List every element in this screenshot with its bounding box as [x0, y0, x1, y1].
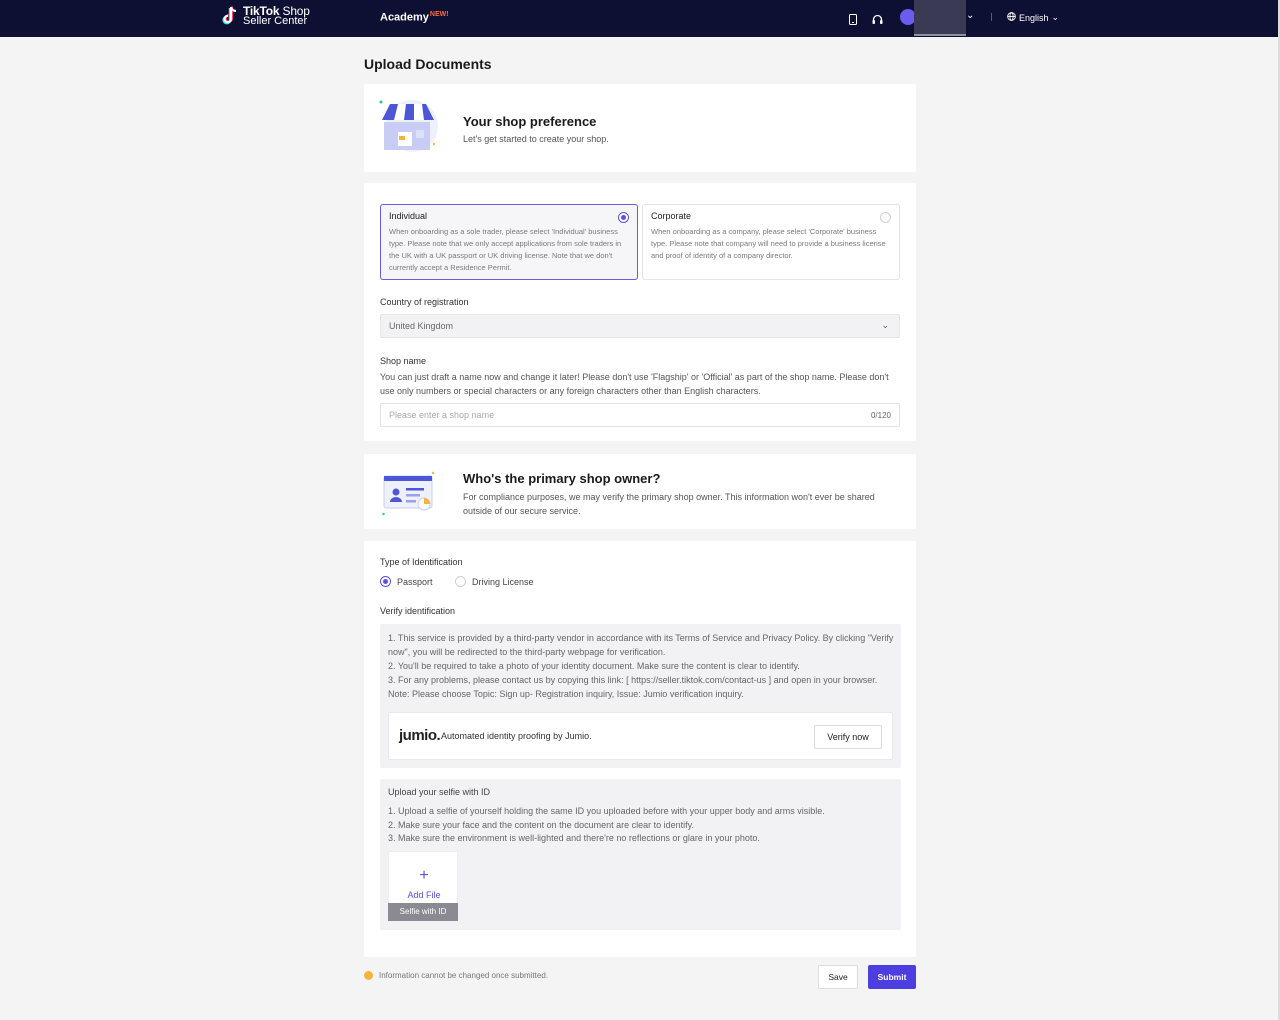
plus-icon: + — [419, 867, 429, 884]
passport-label: Passport — [397, 576, 433, 587]
id-card-illustration-icon — [382, 470, 438, 523]
selfie-instruction: 3. Make sure the environment is well-lig… — [388, 833, 760, 843]
divider — [991, 13, 992, 21]
selfie-instruction: 2. Make sure your face and the content o… — [388, 819, 695, 830]
shop-name-help: You can just draft a name now and change… — [380, 372, 889, 396]
chevron-down-icon: ⌄ — [1051, 12, 1060, 22]
selfie-upload-panel: Upload your selfie with ID 1. Upload a s… — [380, 779, 901, 930]
top-navigation-bar: TikTok Shop Seller Center AcademyNEW! ⌄ … — [0, 0, 1278, 37]
individual-radio[interactable] — [618, 212, 629, 223]
brand-subtitle: Seller Center — [243, 15, 308, 27]
warning-icon — [364, 971, 373, 980]
account-name-redacted[interactable] — [914, 0, 966, 36]
business-type-corporate[interactable]: Corporate When onboarding as a company, … — [642, 204, 900, 280]
academy-label: Academy — [380, 11, 429, 24]
shop-name-label: Shop name — [380, 356, 427, 366]
new-badge: NEW! — [429, 11, 449, 18]
language-selector[interactable]: English ⌄ — [1007, 12, 1059, 23]
country-select[interactable]: United Kingdom ⌄ — [380, 314, 900, 338]
verify-instruction: 1. This service is provided by a third-p… — [388, 633, 894, 657]
business-type-label: Corporate — [651, 211, 692, 221]
shop-preference-subtitle: Let's get started to create your shop. — [463, 134, 609, 144]
jumio-verification-row: jumio. Automated identity proofing by Ju… — [388, 712, 893, 760]
submit-button[interactable]: Submit — [868, 965, 916, 989]
corporate-radio[interactable] — [880, 212, 891, 223]
passport-option[interactable]: Passport — [380, 576, 433, 587]
language-label: English — [1019, 12, 1049, 23]
mobile-icon[interactable] — [849, 12, 857, 30]
globe-icon — [1007, 12, 1016, 23]
business-type-description: When onboarding as a sole trader, please… — [389, 227, 622, 272]
shop-details-card: Individual When onboarding as a sole tra… — [364, 183, 916, 441]
driving-license-label: Driving License — [472, 576, 534, 587]
verify-instruction: 2. You'll be required to take a photo of… — [388, 661, 800, 671]
business-type-individual[interactable]: Individual When onboarding as a sole tra… — [380, 204, 638, 280]
page-title: Upload Documents — [364, 56, 492, 72]
verify-identification-panel: 1. This service is provided by a third-p… — [380, 624, 901, 768]
selfie-upload-dropzone[interactable]: + Add File Selfie with ID — [388, 851, 458, 921]
tiktok-shop-logo[interactable]: TikTok Shop Seller Center — [222, 5, 310, 27]
primary-owner-subtitle: For compliance purposes, we may verify t… — [463, 492, 875, 516]
passport-radio[interactable] — [380, 576, 391, 587]
selfie-upload-label: Upload your selfie with ID — [388, 787, 491, 797]
verify-instruction: 3. For any problems, please contact us b… — [388, 675, 878, 685]
chevron-down-icon[interactable]: ⌄ — [966, 10, 974, 21]
tiktok-logo-icon — [222, 6, 240, 26]
verify-identification-label: Verify identification — [380, 606, 456, 616]
country-value: United Kingdom — [389, 321, 454, 331]
storefront-illustration-icon — [378, 98, 440, 159]
jumio-logo: jumio. — [399, 727, 441, 744]
academy-link[interactable]: AcademyNEW! — [380, 11, 449, 24]
driving-license-option[interactable]: Driving License — [455, 576, 534, 587]
shop-name-placeholder: Please enter a shop name — [389, 410, 495, 420]
submission-warning: Information cannot be changed once submi… — [364, 971, 548, 980]
primary-owner-title: Who's the primary shop owner? — [463, 471, 661, 486]
selfie-instruction: 1. Upload a selfie of yourself holding t… — [388, 806, 825, 816]
upload-caption: Selfie with ID — [388, 903, 458, 921]
driving-license-radio[interactable] — [455, 576, 466, 587]
headset-icon[interactable] — [872, 12, 883, 30]
identification-card: Type of Identification Passport Driving … — [364, 541, 916, 957]
shop-preference-card: Your shop preference Let's get started t… — [364, 84, 916, 172]
shop-preference-title: Your shop preference — [463, 114, 597, 129]
identification-type-label: Type of Identification — [380, 557, 463, 567]
country-label: Country of registration — [380, 297, 469, 307]
shop-name-input[interactable]: Please enter a shop name 0/120 — [380, 403, 900, 427]
business-type-label: Individual — [389, 211, 428, 221]
chevron-down-icon: ⌄ — [881, 320, 889, 330]
save-button[interactable]: Save — [818, 965, 858, 989]
submission-warning-text: Information cannot be changed once submi… — [379, 971, 548, 980]
business-type-description: When onboarding as a company, please sel… — [651, 227, 886, 260]
verify-now-button[interactable]: Verify now — [814, 725, 882, 749]
verify-instruction: Note: Please choose Topic: Sign up- Regi… — [388, 689, 744, 699]
jumio-description: Automated identity proofing by Jumio. — [441, 731, 592, 741]
add-file-label: Add File — [407, 890, 441, 900]
primary-owner-card: Who's the primary shop owner? For compli… — [364, 454, 916, 529]
character-counter: 0/120 — [870, 411, 891, 420]
